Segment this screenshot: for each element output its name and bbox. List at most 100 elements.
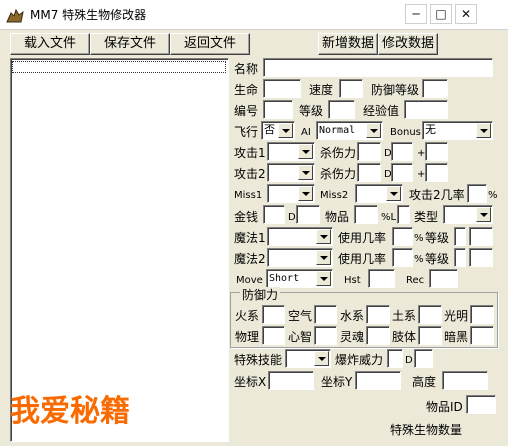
chevron-down-icon[interactable] [278, 123, 293, 138]
air-field[interactable] [314, 305, 337, 324]
bonus-select[interactable]: 无 [422, 121, 493, 140]
maximize-icon: □ [435, 7, 447, 21]
close-icon: ✕ [460, 7, 472, 21]
magic2-skill-field[interactable] [454, 248, 466, 267]
miss1-select[interactable] [267, 184, 315, 203]
attack1-select[interactable] [267, 142, 315, 161]
miss1-label: Miss1 [234, 190, 263, 201]
body-field[interactable] [418, 326, 442, 345]
damage1-dice-field[interactable] [391, 142, 413, 161]
magic1-skill-field[interactable] [454, 227, 466, 246]
chevron-down-icon[interactable] [316, 229, 331, 244]
earth-field[interactable] [418, 305, 442, 324]
attack1-label: 攻击1 [234, 146, 266, 160]
back-file-button[interactable]: 返回文件 [170, 33, 250, 55]
chevron-down-icon[interactable] [298, 144, 313, 159]
level-field[interactable] [328, 100, 355, 119]
magic1-pct: % [414, 233, 424, 244]
light-field[interactable] [470, 305, 494, 324]
magic2-level-field[interactable] [469, 248, 493, 267]
load-file-button[interactable]: 载入文件 [10, 33, 90, 55]
coord-x-field[interactable] [268, 371, 314, 390]
chevron-down-icon[interactable] [476, 123, 491, 138]
explosion-field[interactable] [387, 349, 403, 368]
name-field[interactable] [263, 58, 493, 77]
move-value: Short [269, 273, 300, 284]
gold-field[interactable] [263, 205, 285, 224]
list-focus-item[interactable] [12, 61, 226, 73]
armor-field[interactable] [422, 79, 448, 98]
chevron-down-icon[interactable] [386, 186, 401, 201]
damage1-label: 杀伤力 [320, 146, 357, 160]
creature-list[interactable] [10, 58, 229, 442]
height-field[interactable] [442, 371, 488, 390]
id-field[interactable] [263, 100, 293, 119]
maximize-button[interactable]: □ [430, 4, 452, 24]
chevron-down-icon[interactable] [298, 186, 313, 201]
special-label: 特殊技能 [234, 353, 283, 367]
exp-label: 经验值 [363, 104, 400, 118]
damage2-field[interactable] [357, 163, 381, 182]
dark-field[interactable] [470, 326, 494, 345]
speed-label: 速度 [309, 83, 334, 97]
move-select[interactable]: Short [266, 269, 333, 288]
damage2-bonus-field[interactable] [425, 163, 448, 182]
damage1-field[interactable] [357, 142, 381, 161]
spirit-field[interactable] [366, 326, 390, 345]
water-field[interactable] [366, 305, 390, 324]
resistance-group-title: 防御力 [240, 287, 281, 303]
gold-dice-field[interactable] [296, 205, 320, 224]
bonus-label: Bonus [390, 127, 421, 138]
explosion-dice-field[interactable] [414, 349, 433, 368]
physical-field[interactable] [262, 326, 285, 345]
coord-y-field[interactable] [355, 371, 401, 390]
magic2-select[interactable] [267, 248, 333, 267]
item-level-field[interactable] [397, 205, 410, 224]
attack2-chance-field[interactable] [467, 184, 487, 203]
magic1-label: 魔法1 [234, 231, 266, 245]
armor-label: 防御等级 [371, 83, 420, 97]
exp-field[interactable] [404, 100, 448, 119]
air-label: 空气 [288, 309, 313, 323]
ai-select[interactable]: Normal [316, 121, 383, 140]
modify-data-button[interactable]: 修改数据 [378, 33, 438, 55]
special-select[interactable] [285, 349, 331, 368]
fly-select[interactable]: 否 [261, 121, 295, 140]
rec-label: Rec [406, 275, 425, 286]
add-data-button[interactable]: 新增数据 [318, 33, 378, 55]
chevron-down-icon[interactable] [316, 250, 331, 265]
fly-label: 飞行 [234, 125, 259, 139]
magic1-select[interactable] [267, 227, 333, 246]
attack2-select[interactable] [267, 163, 315, 182]
save-file-button[interactable]: 保存文件 [90, 33, 170, 55]
miss2-select[interactable] [355, 184, 403, 203]
close-button[interactable]: ✕ [455, 4, 477, 24]
type-select[interactable] [443, 205, 493, 224]
magic2-level-label: 等级 [425, 252, 450, 266]
magic1-rate-field[interactable] [392, 227, 413, 246]
chevron-down-icon[interactable] [476, 207, 491, 222]
damage2-dice-field[interactable] [391, 163, 413, 182]
physical-label: 物理 [235, 330, 260, 344]
chevron-down-icon[interactable] [366, 123, 381, 138]
rec-field[interactable] [429, 269, 458, 288]
magic2-rate-field[interactable] [392, 248, 413, 267]
magic1-level-label: 等级 [425, 231, 450, 245]
item-field[interactable] [354, 205, 378, 224]
hst-field[interactable] [368, 269, 395, 288]
fire-label: 火系 [235, 309, 260, 323]
chevron-down-icon[interactable] [316, 271, 331, 286]
light-label: 光明 [444, 309, 469, 323]
minimize-icon: ─ [412, 7, 420, 21]
damage1-bonus-field[interactable] [425, 142, 448, 161]
miss2-label: Miss2 [320, 190, 349, 201]
mind-field[interactable] [314, 326, 337, 345]
item-id-field[interactable] [466, 395, 496, 414]
chevron-down-icon[interactable] [298, 165, 313, 180]
minimize-button[interactable]: ─ [405, 4, 427, 24]
chevron-down-icon[interactable] [314, 351, 329, 366]
hp-field[interactable] [263, 79, 301, 98]
magic1-level-field[interactable] [469, 227, 493, 246]
speed-field[interactable] [339, 79, 363, 98]
fire-field[interactable] [262, 305, 285, 324]
